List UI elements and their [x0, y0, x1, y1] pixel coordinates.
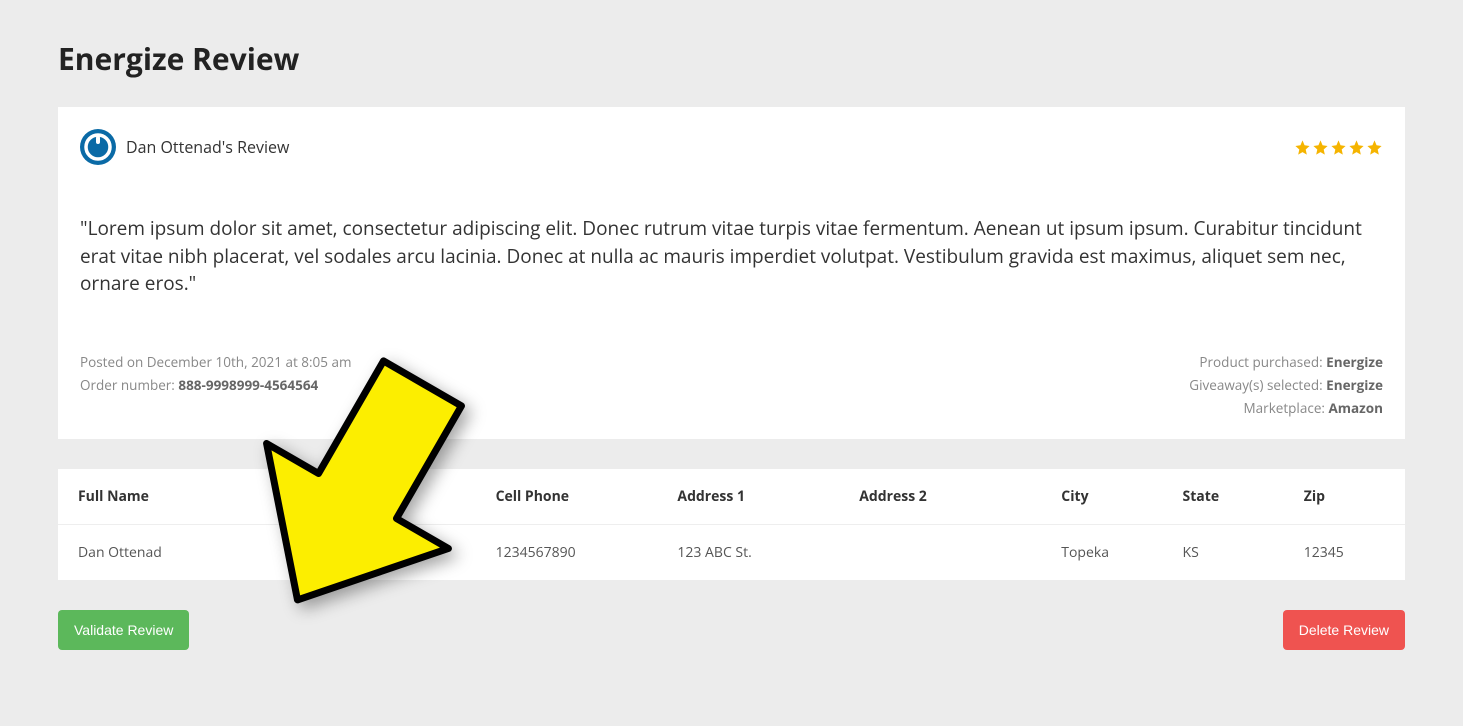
- review-card: Dan Ottenad's Review "Lorem ipsum dolor …: [58, 107, 1405, 439]
- th-address1: Address 1: [657, 469, 839, 525]
- th-full-name: Full Name: [58, 469, 476, 525]
- star-icon: [1366, 139, 1383, 156]
- star-icon: [1330, 139, 1347, 156]
- actions-row: Validate Review Delete Review: [58, 610, 1405, 650]
- order-number-line: Order number: 888-9998999-4564564: [80, 376, 351, 394]
- review-meta: Posted on December 10th, 2021 at 8:05 am…: [80, 353, 1383, 417]
- review-body: "Lorem ipsum dolor sit amet, consectetur…: [80, 215, 1383, 298]
- posted-prefix: Posted on: [80, 353, 147, 371]
- validate-review-button[interactable]: Validate Review: [58, 610, 189, 650]
- td-zip: 12345: [1284, 524, 1405, 580]
- td-address2: [839, 524, 1041, 580]
- td-city: Topeka: [1041, 524, 1162, 580]
- th-zip: Zip: [1284, 469, 1405, 525]
- table-header-row: Full Name Cell Phone Address 1 Address 2…: [58, 469, 1405, 525]
- avatar: [80, 129, 116, 165]
- posted-on: Posted on December 10th, 2021 at 8:05 am: [80, 353, 351, 371]
- td-address1: 123 ABC St.: [657, 524, 839, 580]
- table-row: Dan Ottenad 1234567890 123 ABC St. Topek…: [58, 524, 1405, 580]
- posted-date: December 10th, 2021 at 8:05 am: [147, 353, 352, 371]
- th-address2: Address 2: [839, 469, 1041, 525]
- td-state: KS: [1163, 524, 1284, 580]
- reviewer-name: Dan Ottenad's Review: [126, 136, 289, 158]
- th-city: City: [1041, 469, 1162, 525]
- th-state: State: [1163, 469, 1284, 525]
- page-title: Energize Review: [58, 38, 1405, 79]
- giveaway-line: Giveaway(s) selected: Energize: [1189, 376, 1383, 394]
- giveaway-value: Energize: [1326, 376, 1383, 394]
- star-icon: [1312, 139, 1329, 156]
- giveaway-label: Giveaway(s) selected:: [1189, 376, 1326, 394]
- rating-stars: [1294, 139, 1383, 156]
- details-table: Full Name Cell Phone Address 1 Address 2…: [58, 469, 1405, 580]
- marketplace-value: Amazon: [1328, 399, 1383, 417]
- order-label: Order number:: [80, 376, 178, 394]
- star-icon: [1294, 139, 1311, 156]
- product-line: Product purchased: Energize: [1199, 353, 1383, 371]
- marketplace-label: Marketplace:: [1244, 399, 1329, 417]
- th-cell-phone: Cell Phone: [476, 469, 658, 525]
- product-value: Energize: [1326, 353, 1383, 371]
- marketplace-line: Marketplace: Amazon: [1244, 399, 1383, 417]
- td-cell-phone: 1234567890: [476, 524, 658, 580]
- order-number: 888-9998999-4564564: [178, 376, 318, 394]
- td-full-name: Dan Ottenad: [58, 524, 476, 580]
- product-label: Product purchased:: [1199, 353, 1326, 371]
- star-icon: [1348, 139, 1365, 156]
- review-header: Dan Ottenad's Review: [80, 129, 1383, 165]
- delete-review-button[interactable]: Delete Review: [1283, 610, 1405, 650]
